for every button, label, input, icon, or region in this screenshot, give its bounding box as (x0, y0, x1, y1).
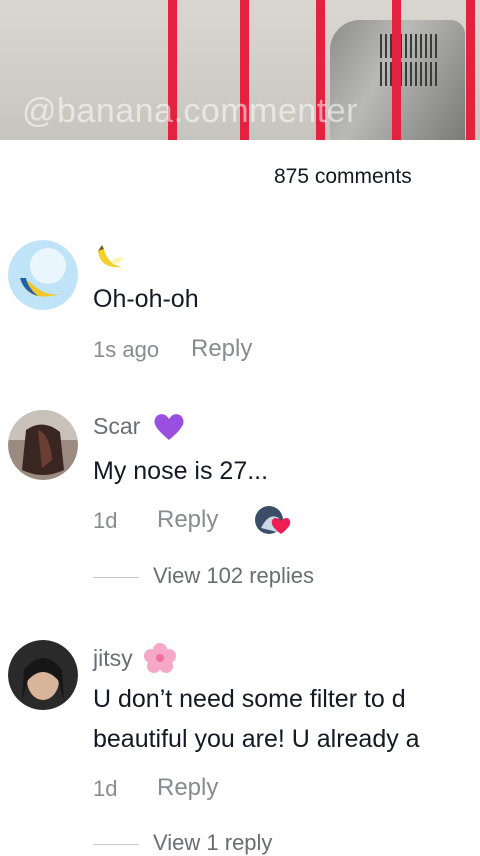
comment-username[interactable]: jitsy (93, 645, 133, 672)
divider (93, 843, 139, 845)
view-replies-label: View 102 replies (153, 563, 315, 588)
comment-time: 1d (93, 508, 118, 533)
view-replies-button[interactable]: View 102 replies (93, 563, 314, 589)
video-preview[interactable]: @banana.commenter (0, 0, 480, 140)
banana-emoji (98, 245, 124, 268)
comment-time: 1s ago (93, 337, 160, 362)
comment-username[interactable]: Scar (93, 413, 140, 440)
reply-button[interactable]: Reply (157, 774, 218, 802)
avatar[interactable] (8, 410, 78, 480)
comment-time: 1d (93, 776, 118, 801)
red-stripe (466, 0, 475, 140)
reply-button[interactable]: Reply (191, 335, 252, 363)
video-watermark: @banana.commenter (22, 92, 358, 130)
view-replies-button[interactable]: View 1 reply (93, 830, 272, 856)
avatar[interactable] (8, 240, 78, 310)
comment-text-line: beautiful you are! U already a (93, 725, 420, 753)
creator-like-avatar-icon (255, 506, 291, 534)
purple-heart-emoji (154, 414, 184, 440)
avatar[interactable] (8, 640, 78, 710)
comments-count: 875 comments (274, 165, 412, 188)
divider (93, 576, 139, 578)
comment-text: My nose is 27... (93, 457, 269, 485)
comment-text: Oh-oh-oh (93, 285, 199, 313)
comment-text-line: U don’t need some filter to d (93, 685, 406, 713)
reply-button[interactable]: Reply (157, 506, 218, 534)
cherry-blossom-emoji (144, 643, 176, 673)
view-replies-label: View 1 reply (153, 830, 273, 855)
red-stripe (392, 0, 401, 140)
